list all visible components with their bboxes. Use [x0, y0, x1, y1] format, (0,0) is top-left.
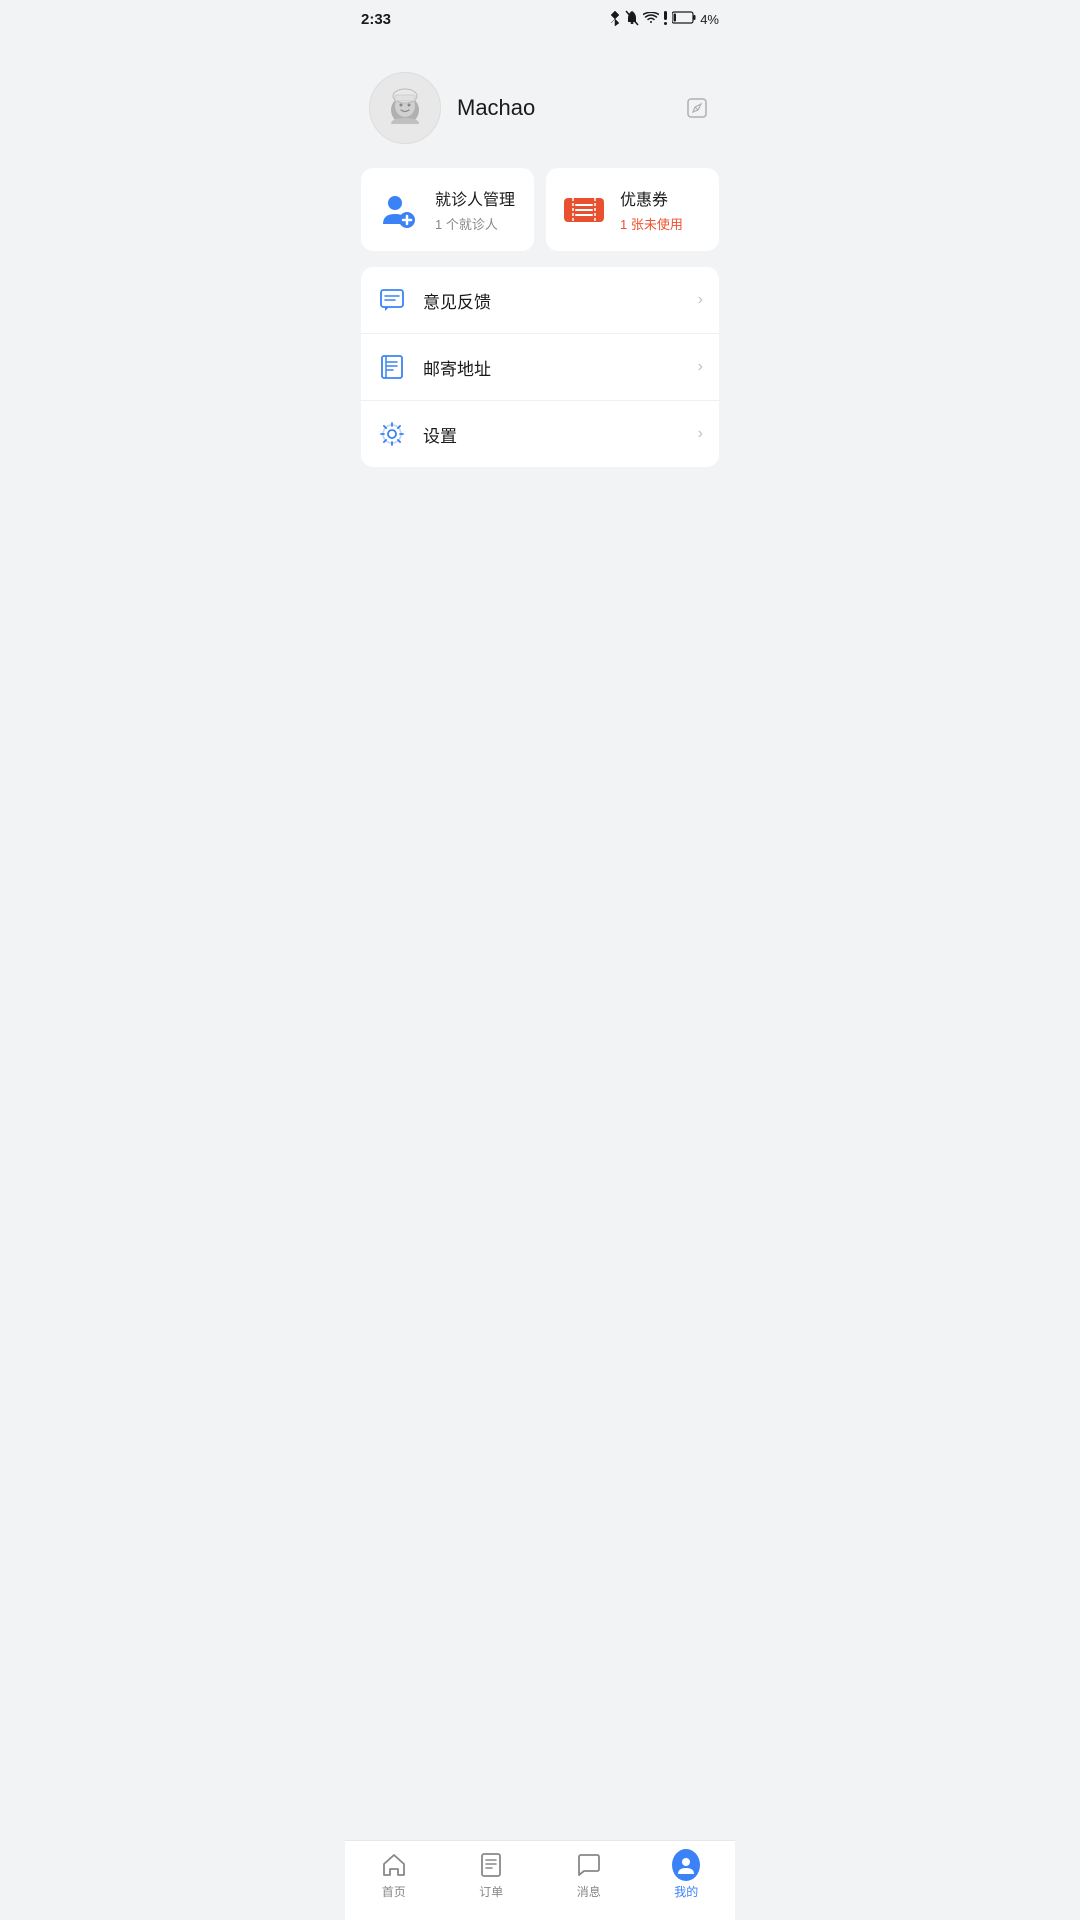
feedback-left: 意见反馈 [377, 285, 491, 315]
battery-percent: 4% [700, 12, 719, 27]
wifi-icon [643, 12, 659, 27]
home-icon [380, 1851, 408, 1879]
messages-label: 消息 [577, 1883, 601, 1900]
menu-section: 意见反馈 › 邮寄地址 › [361, 267, 719, 467]
nav-home[interactable]: 首页 [364, 1851, 424, 1900]
coupon-card-title: 优惠券 [620, 186, 683, 210]
status-time: 2:33 [361, 11, 391, 28]
orders-icon [477, 1851, 505, 1879]
status-icons: 4% [609, 10, 719, 29]
edit-profile-button[interactable] [683, 94, 711, 122]
bottom-nav: 首页 订单 消息 [345, 1840, 735, 1920]
coupon-card[interactable]: 优惠券 1 张未使用 [546, 168, 719, 251]
nav-messages[interactable]: 消息 [559, 1851, 619, 1900]
warning-icon [663, 11, 668, 28]
address-icon [377, 352, 407, 382]
home-label: 首页 [382, 1883, 406, 1900]
cards-row: 就诊人管理 1 个就诊人 优惠券 1 张未使用 [361, 168, 719, 251]
address-label: 邮寄地址 [423, 355, 491, 380]
patient-card-title: 就诊人管理 [435, 186, 515, 210]
settings-chevron: › [698, 425, 703, 443]
profile-section: Machao [361, 52, 719, 168]
feedback-chevron: › [698, 291, 703, 309]
profile-nav-icon [672, 1851, 700, 1879]
status-bar: 2:33 [345, 0, 735, 36]
username: Machao [457, 95, 535, 121]
coupon-card-subtitle: 1 张未使用 [620, 214, 683, 233]
profile-label: 我的 [674, 1883, 698, 1900]
feedback-menu-item[interactable]: 意见反馈 › [361, 267, 719, 334]
messages-icon [575, 1851, 603, 1879]
profile-left: Machao [369, 72, 535, 144]
feedback-label: 意见反馈 [423, 288, 491, 313]
patient-card-subtitle: 1 个就诊人 [435, 214, 515, 233]
settings-left: 设置 [377, 419, 457, 449]
settings-icon [377, 419, 407, 449]
address-left: 邮寄地址 [377, 352, 491, 382]
battery-icon [672, 11, 696, 27]
address-menu-item[interactable]: 邮寄地址 › [361, 334, 719, 401]
bluetooth-icon [609, 10, 621, 29]
nav-profile[interactable]: 我的 [656, 1851, 716, 1900]
settings-label: 设置 [423, 422, 457, 447]
patient-management-card[interactable]: 就诊人管理 1 个就诊人 [361, 168, 534, 251]
settings-menu-item[interactable]: 设置 › [361, 401, 719, 467]
coupon-icon [562, 188, 606, 232]
patient-icon [377, 188, 421, 232]
orders-label: 订单 [479, 1883, 503, 1900]
address-chevron: › [698, 358, 703, 376]
notification-mute-icon [625, 10, 639, 29]
feedback-icon [377, 285, 407, 315]
coupon-card-text: 优惠券 1 张未使用 [620, 186, 683, 233]
patient-card-text: 就诊人管理 1 个就诊人 [435, 186, 515, 233]
nav-orders[interactable]: 订单 [461, 1851, 521, 1900]
avatar [369, 72, 441, 144]
main-content: Machao [345, 36, 735, 844]
